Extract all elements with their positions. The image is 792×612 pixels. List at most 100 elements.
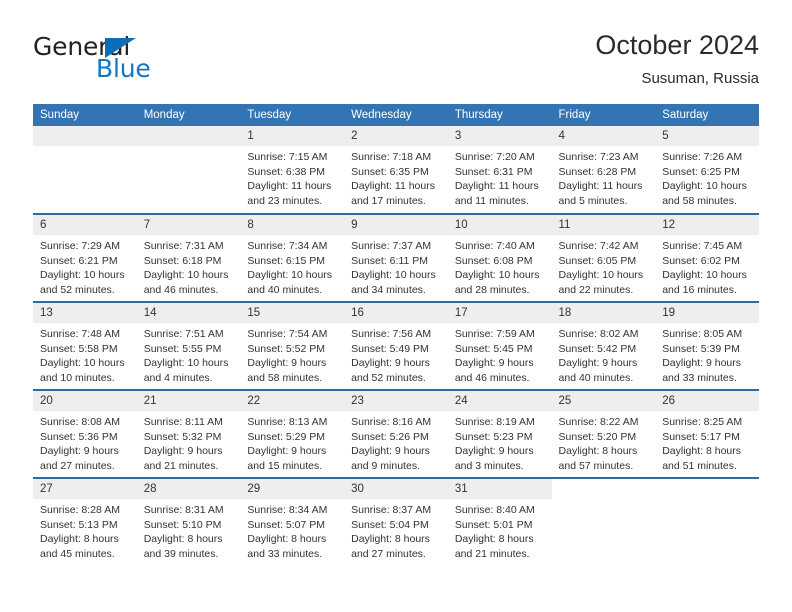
calendar-day-cell[interactable]: 2 Sunrise: 7:18 AM Sunset: 6:35 PM Daylight… — [344, 126, 448, 214]
calendar-day-cell[interactable]: 3 Sunrise: 7:20 AM Sunset: 6:31 PM Daylight… — [447, 126, 552, 214]
day-details: Sunrise: 8:34 AM Sunset: 5:07 PM Daylight:… — [240, 499, 344, 561]
daylight-text-line2: and 21 minutes. — [143, 459, 219, 472]
calendar-day-cell[interactable]: 16 Sunrise: 7:56 AM Sunset: 5:49 PM Dayligh… — [344, 302, 448, 390]
day-details: Sunrise: 7:18 AM Sunset: 6:35 PM Daylight:… — [344, 146, 448, 208]
day-number — [136, 126, 241, 146]
daylight-text-line1: Daylight: 10 hours — [40, 269, 125, 282]
sunrise-text: Sunrise: 8:19 AM — [454, 416, 535, 428]
sunrise-text: Sunrise: 8:11 AM — [143, 416, 223, 428]
calendar-day-cell[interactable]: 28 Sunrise: 8:31 AM Sunset: 5:10 PM Dayligh… — [136, 478, 241, 566]
daylight-text-line2: and 58 minutes. — [662, 194, 737, 207]
sunset-text: Sunset: 5:58 PM — [40, 342, 118, 355]
daylight-text-line2: and 23 minutes. — [247, 194, 323, 207]
day-number: 26 — [655, 391, 759, 411]
calendar-day-cell[interactable]: 7 Sunrise: 7:31 AM Sunset: 6:18 PM Daylight… — [136, 214, 241, 302]
day-number: 7 — [136, 215, 241, 235]
title-block: October 2024 Susuman, Russia — [595, 28, 759, 90]
day-number: 19 — [655, 303, 759, 323]
day-details: Sunrise: 8:40 AM Sunset: 5:01 PM Daylight:… — [448, 499, 552, 561]
calendar-day-cell[interactable]: 19 Sunrise: 8:05 AM Sunset: 5:39 PM Dayligh… — [655, 302, 759, 390]
sunset-text: Sunset: 6:25 PM — [662, 165, 740, 178]
daylight-text-line1: Daylight: 11 hours — [351, 180, 435, 193]
daylight-text-line1: Daylight: 9 hours — [454, 445, 534, 458]
day-number: 14 — [136, 303, 241, 323]
sunset-text: Sunset: 6:02 PM — [662, 254, 740, 267]
calendar-day-cell[interactable]: 6 Sunrise: 7:29 AM Sunset: 6:21 PM Daylight… — [33, 214, 137, 302]
calendar-day-cell[interactable]: 30 Sunrise: 8:37 AM Sunset: 5:04 PM Dayligh… — [344, 478, 448, 566]
day-number: 25 — [551, 391, 656, 411]
calendar-day-cell[interactable]: 25 Sunrise: 8:22 AM Sunset: 5:20 PM Dayligh… — [551, 390, 656, 478]
daylight-text-line2: and 40 minutes. — [247, 283, 323, 296]
sunset-text: Sunset: 5:52 PM — [247, 342, 326, 355]
sunset-text: Sunset: 6:21 PM — [40, 254, 118, 267]
day-number: 8 — [240, 215, 345, 235]
page-header: General Blue October 2024 Susuman, Russi… — [33, 28, 759, 96]
sunset-text: Sunset: 5:39 PM — [662, 342, 740, 355]
calendar-day-cell[interactable]: 9 Sunrise: 7:37 AM Sunset: 6:11 PM Daylight… — [344, 214, 448, 302]
calendar-day-cell[interactable]: 23 Sunrise: 8:16 AM Sunset: 5:26 PM Dayligh… — [344, 390, 448, 478]
sunrise-text: Sunrise: 8:05 AM — [662, 328, 743, 340]
day-number: 20 — [33, 391, 137, 411]
weekday-header-friday: Friday — [551, 104, 656, 126]
daylight-text-line2: and 27 minutes. — [40, 459, 115, 472]
daylight-text-line2: and 34 minutes. — [351, 283, 426, 296]
daylight-text-line2: and 33 minutes. — [662, 371, 737, 384]
calendar-day-cell[interactable]: 5 Sunrise: 7:26 AM Sunset: 6:25 PM Daylight… — [655, 126, 759, 214]
calendar-day-cell[interactable]: 10 Sunrise: 7:40 AM Sunset: 6:08 PM Dayligh… — [447, 214, 552, 302]
daylight-text-line1: Daylight: 10 hours — [662, 269, 747, 282]
sunrise-text: Sunrise: 7:15 AM — [247, 151, 328, 163]
sunrise-text: Sunrise: 7:42 AM — [558, 240, 639, 252]
calendar-day-cell[interactable]: 24 Sunrise: 8:19 AM Sunset: 5:23 PM Dayligh… — [447, 390, 552, 478]
weekday-header-monday: Monday — [136, 104, 241, 126]
daylight-text-line2: and 46 minutes. — [143, 283, 219, 296]
brand-logo: General Blue — [33, 32, 273, 94]
sunrise-text: Sunrise: 7:59 AM — [454, 328, 535, 340]
sunrise-text: Sunrise: 8:16 AM — [351, 416, 432, 428]
daylight-text-line2: and 3 minutes. — [454, 459, 524, 472]
sunset-text: Sunset: 5:01 PM — [454, 518, 533, 531]
calendar-day-cell[interactable]: 14 Sunrise: 7:51 AM Sunset: 5:55 PM Dayligh… — [136, 302, 241, 390]
calendar-day-cell[interactable]: 21 Sunrise: 8:11 AM Sunset: 5:32 PM Dayligh… — [136, 390, 241, 478]
daylight-text-line1: Daylight: 10 hours — [143, 357, 229, 370]
calendar-day-cell[interactable]: 1 Sunrise: 7:15 AM Sunset: 6:38 PM Daylight… — [240, 126, 345, 214]
calendar-day-cell[interactable]: 11 Sunrise: 7:42 AM Sunset: 6:05 PM Dayligh… — [551, 214, 656, 302]
daylight-text-line2: and 45 minutes. — [40, 547, 115, 560]
weekday-header-thursday: Thursday — [447, 104, 552, 126]
daylight-text-line2: and 16 minutes. — [662, 283, 737, 296]
daylight-text-line1: Daylight: 11 hours — [454, 180, 539, 193]
day-number: 27 — [33, 479, 137, 499]
calendar-day-cell[interactable]: 29 Sunrise: 8:34 AM Sunset: 5:07 PM Dayligh… — [240, 478, 345, 566]
calendar-day-cell[interactable]: 20 Sunrise: 8:08 AM Sunset: 5:36 PM Dayligh… — [33, 390, 137, 478]
daylight-text-line1: Daylight: 10 hours — [662, 180, 747, 193]
day-details: Sunrise: 8:19 AM Sunset: 5:23 PM Daylight:… — [448, 411, 552, 473]
day-details: Sunrise: 8:31 AM Sunset: 5:10 PM Daylight:… — [137, 499, 241, 561]
daylight-text-line1: Daylight: 8 hours — [351, 533, 430, 546]
day-details: Sunrise: 7:29 AM Sunset: 6:21 PM Daylight:… — [33, 235, 137, 297]
sunset-text: Sunset: 5:04 PM — [351, 518, 429, 531]
day-number — [33, 126, 137, 146]
sunset-text: Sunset: 6:31 PM — [454, 165, 533, 178]
daylight-text-line1: Daylight: 9 hours — [558, 357, 638, 370]
daylight-text-line2: and 9 minutes. — [351, 459, 420, 472]
daylight-text-line2: and 39 minutes. — [143, 547, 219, 560]
weekday-header-sunday: Sunday — [33, 104, 137, 126]
calendar-day-cell[interactable]: 26 Sunrise: 8:25 AM Sunset: 5:17 PM Dayligh… — [655, 390, 759, 478]
daylight-text-line1: Daylight: 10 hours — [454, 269, 540, 282]
calendar-day-cell[interactable]: 18 Sunrise: 8:02 AM Sunset: 5:42 PM Dayligh… — [551, 302, 656, 390]
calendar-day-cell[interactable]: 12 Sunrise: 7:45 AM Sunset: 6:02 PM Dayligh… — [655, 214, 759, 302]
calendar-day-cell[interactable]: 17 Sunrise: 7:59 AM Sunset: 5:45 PM Dayligh… — [447, 302, 552, 390]
calendar-day-cell[interactable]: 4 Sunrise: 7:23 AM Sunset: 6:28 PM Daylight… — [551, 126, 656, 214]
calendar-day-cell[interactable]: 27 Sunrise: 8:28 AM Sunset: 5:13 PM Dayligh… — [33, 478, 137, 566]
daylight-text-line2: and 51 minutes. — [662, 459, 737, 472]
daylight-text-line1: Daylight: 9 hours — [351, 357, 430, 370]
day-details: Sunrise: 8:28 AM Sunset: 5:13 PM Daylight:… — [33, 499, 137, 561]
day-details: Sunrise: 8:16 AM Sunset: 5:26 PM Daylight:… — [344, 411, 448, 473]
calendar-day-cell[interactable]: 31 Sunrise: 8:40 AM Sunset: 5:01 PM Dayligh… — [447, 478, 552, 566]
calendar-day-cell[interactable]: 13 Sunrise: 7:48 AM Sunset: 5:58 PM Dayligh… — [33, 302, 137, 390]
sunset-text: Sunset: 5:45 PM — [454, 342, 533, 355]
calendar-day-cell[interactable]: 22 Sunrise: 8:13 AM Sunset: 5:29 PM Dayligh… — [240, 390, 345, 478]
calendar-header-row: Sunday Monday Tuesday Wednesday Thursday… — [33, 104, 759, 126]
calendar-day-cell[interactable]: 15 Sunrise: 7:54 AM Sunset: 5:52 PM Dayligh… — [240, 302, 345, 390]
sunrise-text: Sunrise: 7:31 AM — [143, 240, 224, 252]
calendar-day-cell[interactable]: 8 Sunrise: 7:34 AM Sunset: 6:15 PM Daylight… — [240, 214, 345, 302]
